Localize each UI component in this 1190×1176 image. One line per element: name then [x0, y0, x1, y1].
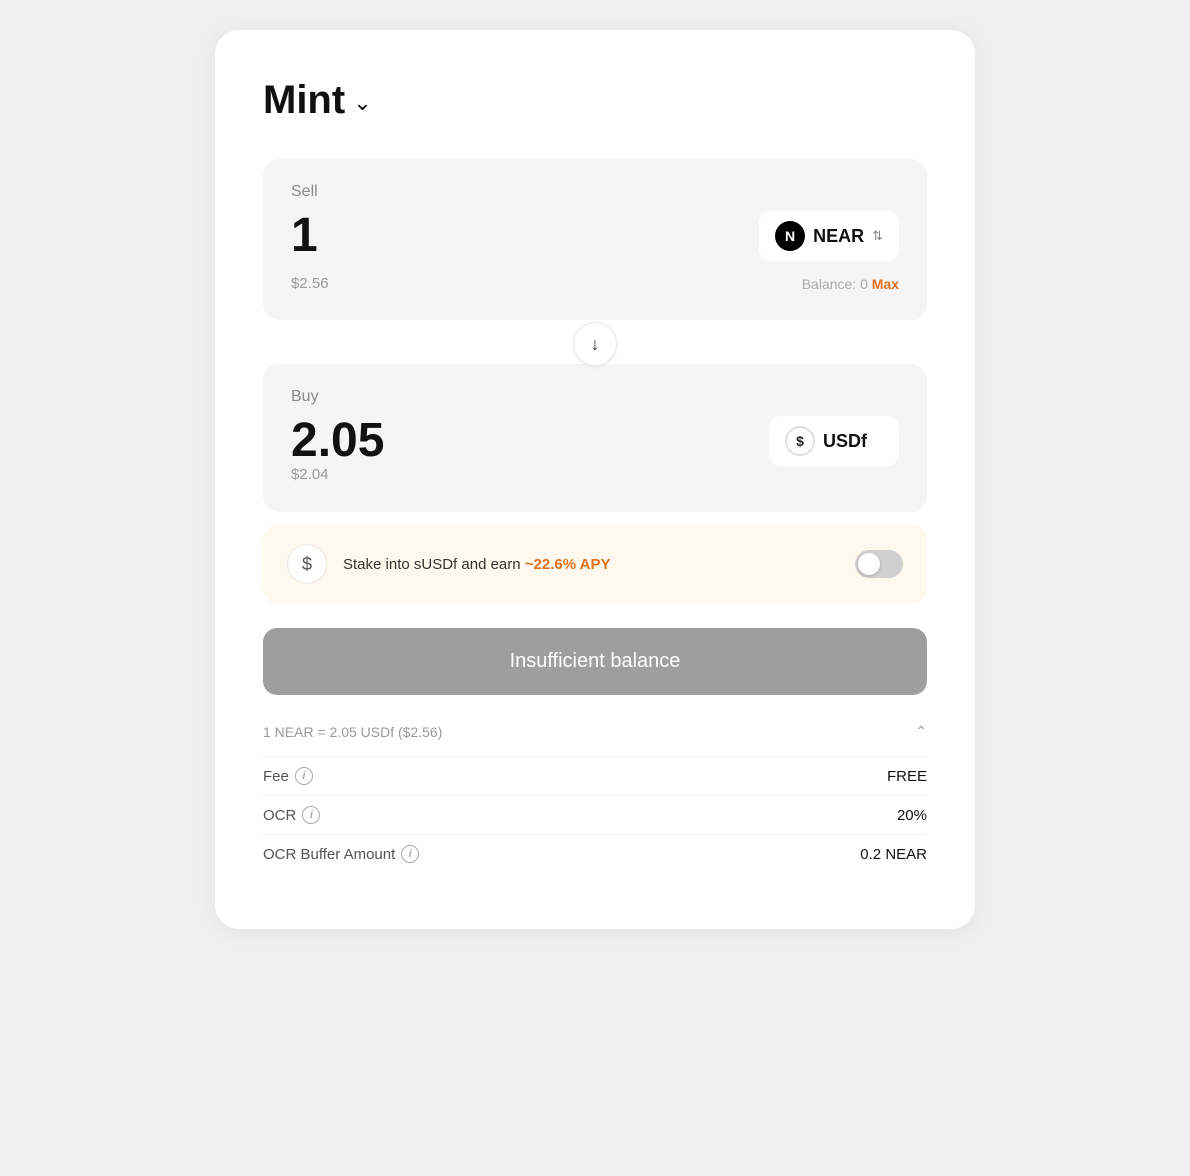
- fee-label: OCR Buffer Amount i: [263, 845, 419, 863]
- balance-value: 0: [860, 276, 868, 292]
- fee-list: FeeiFREEOCRi20%OCR Buffer Amounti0.2 NEA…: [263, 756, 927, 873]
- buy-token-name: USDf: [823, 431, 867, 452]
- buy-panel: Buy 2.05 $ USDf $2.04: [263, 364, 927, 512]
- fee-label-text: OCR Buffer Amount: [263, 846, 395, 863]
- chevron-down-icon[interactable]: ⌄: [353, 90, 371, 116]
- action-button[interactable]: Insufficient balance: [263, 628, 927, 695]
- rate-text: 1 NEAR = 2.05 USDf ($2.56): [263, 724, 442, 740]
- sell-usd: $2.56: [291, 275, 329, 292]
- fee-row: OCR i 20%: [263, 795, 927, 834]
- fee-label-text: OCR: [263, 807, 296, 824]
- stake-banner: $ Stake into sUSDf and earn ~22.6% APY: [263, 524, 927, 604]
- info-icon[interactable]: i: [302, 806, 320, 824]
- fee-value: 0.2 NEAR: [860, 846, 927, 863]
- near-icon: N: [775, 221, 805, 251]
- sell-token-name: NEAR: [813, 226, 864, 247]
- buy-main-row: 2.05 $ USDf: [291, 416, 899, 466]
- fee-label: Feei: [263, 767, 313, 785]
- fee-row: OCR Buffer Amount i 0.2 NEAR: [263, 834, 927, 873]
- info-icon[interactable]: i: [401, 845, 419, 863]
- usdf-icon: $: [785, 426, 815, 456]
- buy-token-selector[interactable]: $ USDf: [769, 416, 899, 466]
- swap-arrow-button[interactable]: ↓: [573, 322, 617, 366]
- fee-row: Feei FREE: [263, 756, 927, 795]
- main-card: Mint ⌄ Sell 1 N NEAR ⇅ $2.56 Balance: 0 …: [215, 30, 975, 929]
- chevron-up-icon[interactable]: ⌃: [915, 723, 927, 740]
- info-icon[interactable]: i: [295, 767, 313, 785]
- arrow-divider: ↓: [263, 322, 927, 366]
- sell-token-inner: N NEAR: [775, 221, 864, 251]
- fee-value: FREE: [887, 768, 927, 785]
- sort-icon: ⇅: [872, 228, 883, 244]
- toggle-knob: [858, 553, 880, 575]
- stake-apy: ~22.6% APY: [525, 556, 611, 573]
- stake-toggle[interactable]: [855, 550, 903, 578]
- sell-balance-row: Balance: 0 Max: [802, 276, 899, 292]
- title-row: Mint ⌄: [263, 78, 927, 123]
- page-title: Mint: [263, 78, 345, 123]
- sell-label: Sell: [291, 183, 899, 201]
- fee-label: OCR i: [263, 806, 320, 824]
- sell-amount[interactable]: 1: [291, 212, 318, 260]
- sell-main-row: 1 N NEAR ⇅: [291, 211, 899, 261]
- buy-usd: $2.04: [291, 466, 329, 483]
- stake-icon: $: [287, 544, 327, 584]
- fee-label-text: Fee: [263, 768, 289, 785]
- sell-token-selector[interactable]: N NEAR ⇅: [759, 211, 899, 261]
- fee-value: 20%: [897, 807, 927, 824]
- buy-label: Buy: [291, 388, 899, 406]
- sell-panel: Sell 1 N NEAR ⇅ $2.56 Balance: 0 Max: [263, 159, 927, 320]
- balance-max[interactable]: Max: [872, 276, 899, 292]
- balance-label: Balance:: [802, 276, 856, 292]
- buy-amount[interactable]: 2.05: [291, 417, 384, 465]
- rate-row: 1 NEAR = 2.05 USDf ($2.56) ⌃: [263, 723, 927, 740]
- stake-text: Stake into sUSDf and earn ~22.6% APY: [343, 556, 839, 573]
